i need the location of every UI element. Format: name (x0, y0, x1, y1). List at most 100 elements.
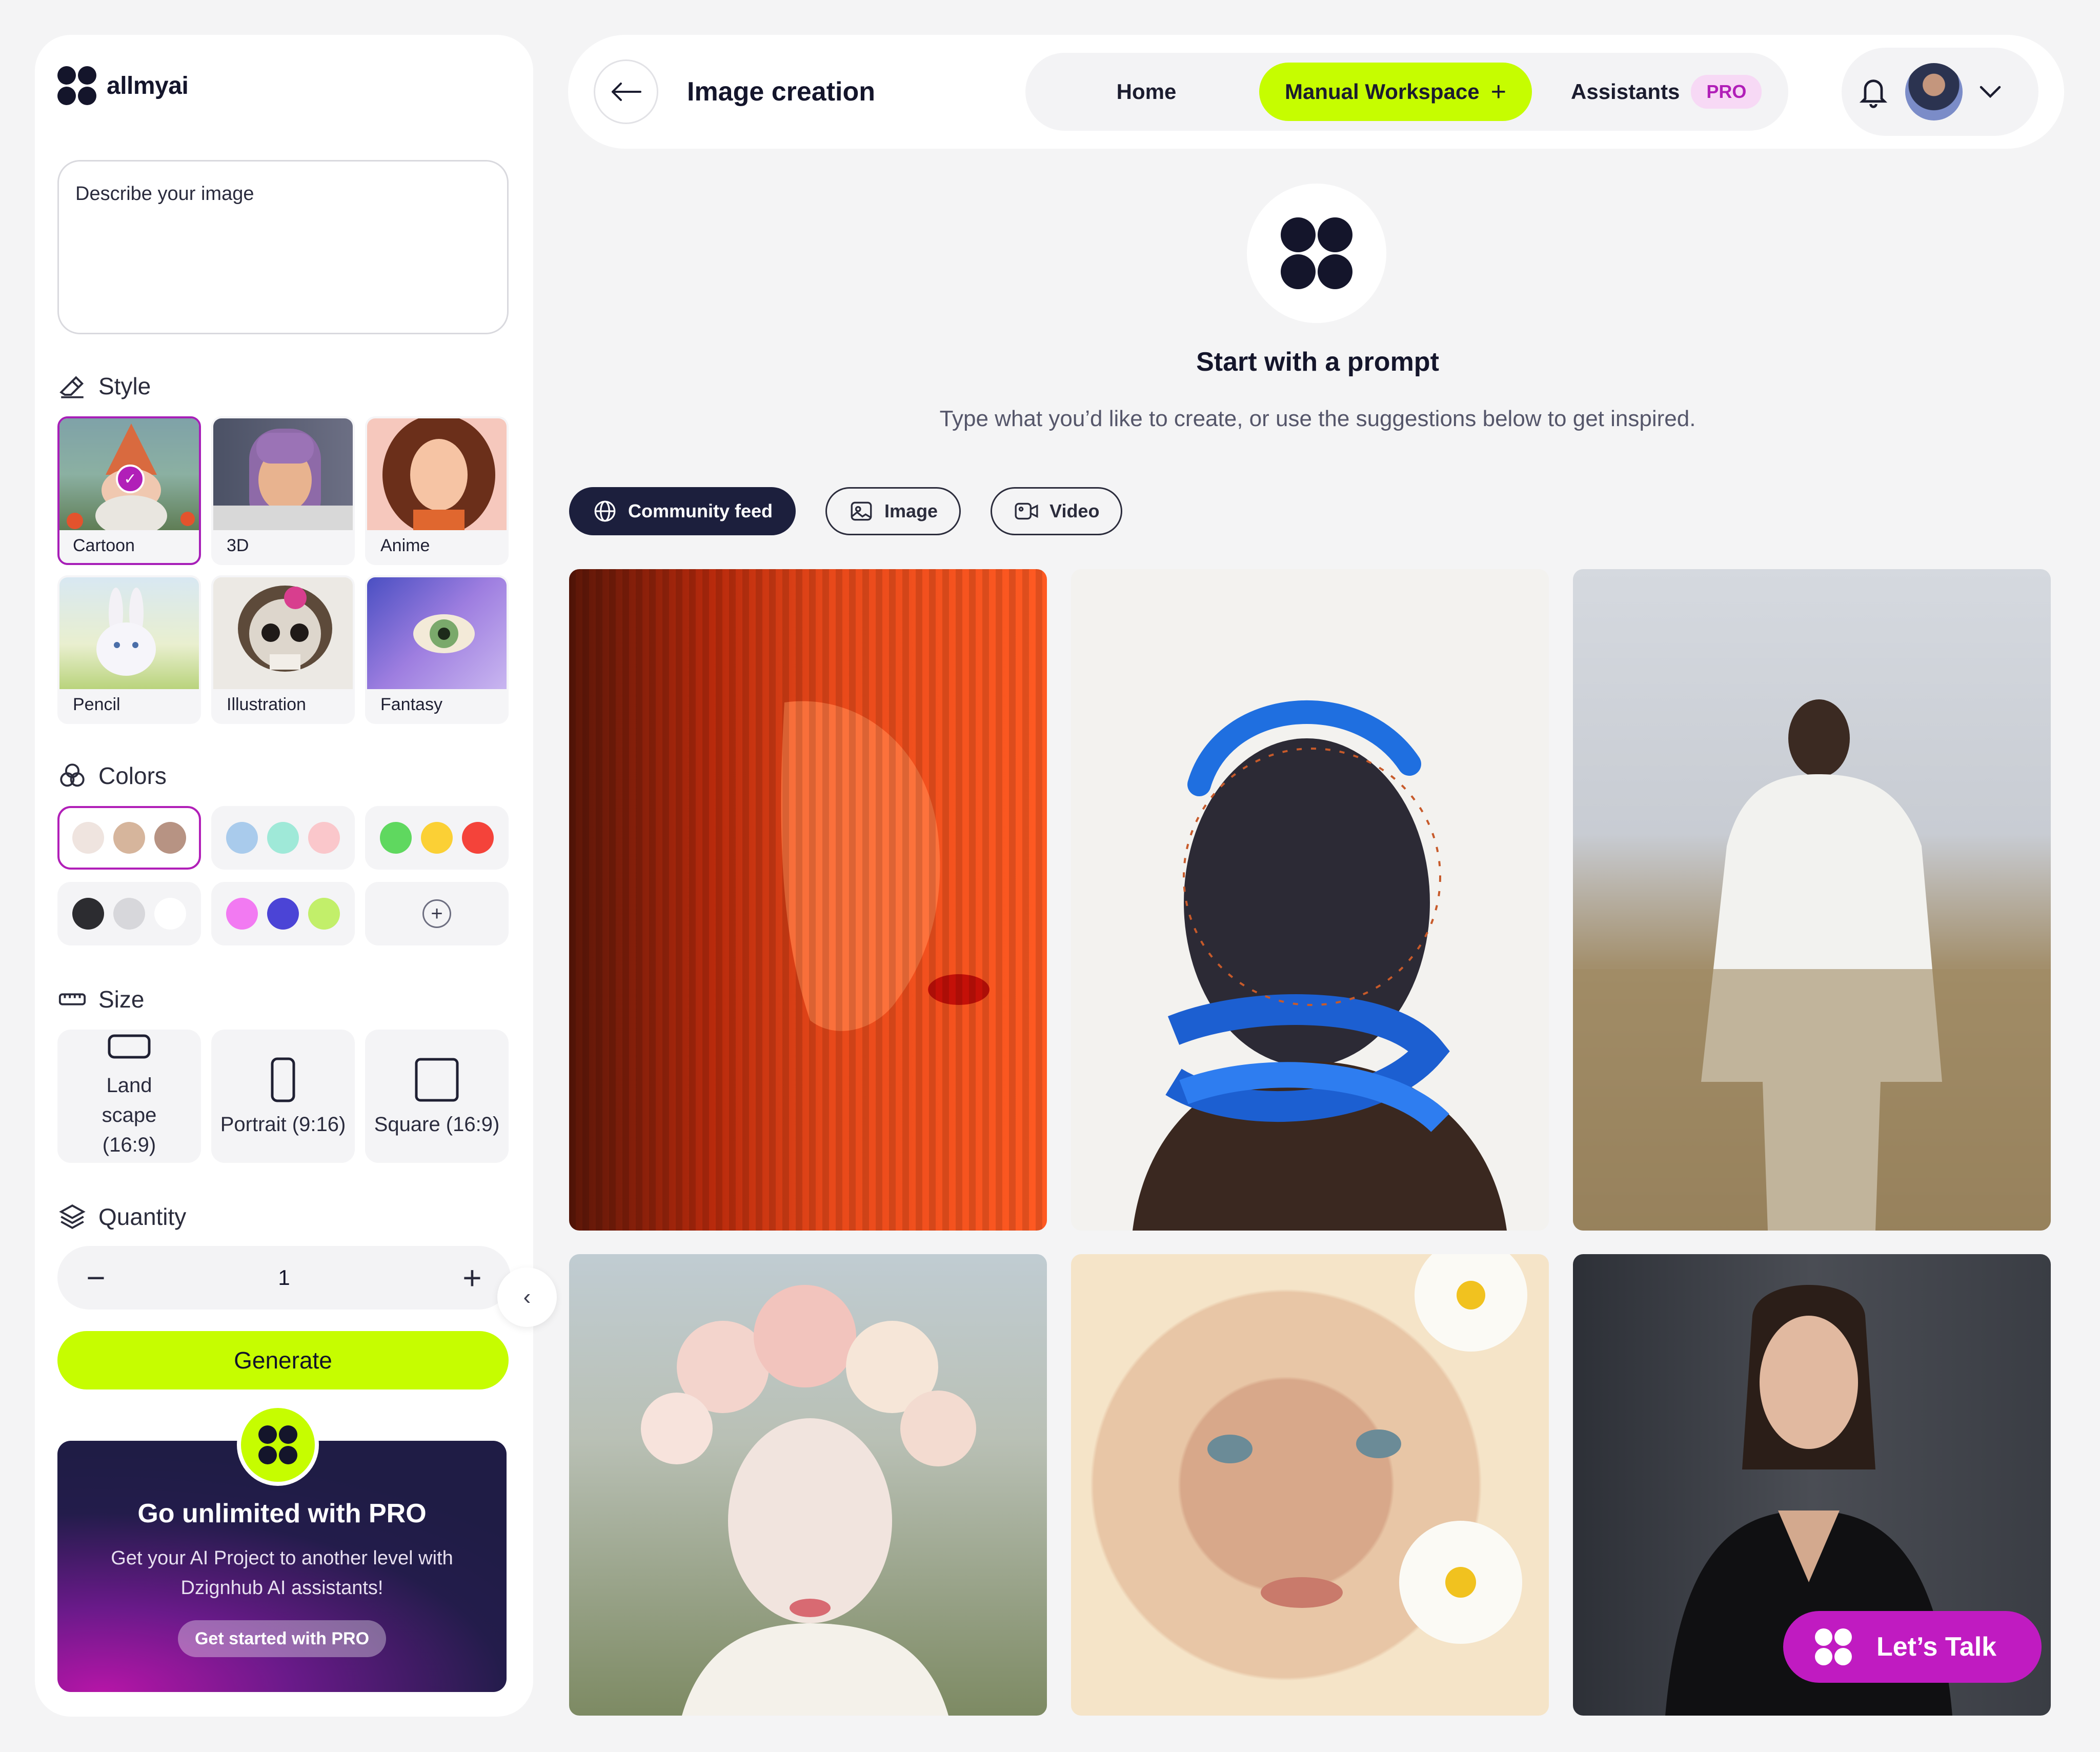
style-option-cartoon[interactable]: ✓ Cartoon (57, 416, 201, 565)
back-button[interactable] (594, 59, 658, 124)
pro-description: Get your AI Project to another level wit… (111, 1547, 453, 1599)
hero-title: Start with a prompt (1196, 347, 1439, 377)
color-option[interactable] (211, 882, 355, 945)
anime-thumbnail (367, 418, 507, 530)
video-icon (1015, 502, 1038, 520)
quantity-section-title: Quantity (57, 1202, 511, 1232)
gallery-image[interactable] (1071, 569, 1549, 1231)
plus-icon: + (1490, 77, 1507, 107)
ruler-icon (58, 993, 86, 1005)
color-swatch (113, 822, 145, 854)
feed-filters: Community feed Image Video (569, 487, 1123, 535)
lets-talk-button[interactable]: Let’s Talk (1783, 1611, 2042, 1683)
color-swatch (113, 898, 145, 930)
gallery-image[interactable] (1071, 1254, 1549, 1716)
gallery-image[interactable] (569, 569, 1047, 1231)
pro-upsell-card: Go unlimited with PRO Get your AI Projec… (57, 1404, 507, 1692)
increment-button[interactable]: + (454, 1259, 490, 1296)
pro-badge: PRO (1691, 75, 1762, 109)
layers-icon (59, 1204, 86, 1229)
color-swatch (462, 822, 494, 854)
size-option-portrait[interactable]: Portrait (9:16) (211, 1030, 355, 1163)
pro-title: Go unlimited with PRO (137, 1499, 427, 1528)
size-grid: Land scape (16:9) Portrait (9:16) Square… (57, 1030, 511, 1163)
get-started-pro-button[interactable]: Get started with PRO (178, 1620, 386, 1657)
color-option[interactable] (211, 806, 355, 870)
hero-subtitle: Type what you’d like to create, or use t… (939, 406, 1696, 431)
user-controls (1842, 48, 2038, 136)
eraser-icon (59, 376, 84, 398)
clover-logo-icon (1281, 217, 1352, 289)
cartoon-thumbnail: ✓ (59, 418, 199, 530)
left-panel: allmyai Describe your image Style ✓ Cart… (35, 35, 533, 1717)
gallery-image[interactable] (569, 1254, 1047, 1716)
size-option-landscape[interactable]: Land scape (16:9) (57, 1030, 201, 1163)
size-option-square[interactable]: Square (16:9) (365, 1030, 509, 1163)
pro-badge (237, 1404, 319, 1486)
style-option-anime[interactable]: Anime (365, 416, 509, 565)
color-option[interactable] (57, 806, 201, 870)
style-option-illustration[interactable]: Illustration (211, 575, 355, 724)
nav-assistants[interactable]: Assistants PRO (1571, 75, 1762, 109)
color-grid: + (57, 806, 511, 945)
style-option-pencil[interactable]: Pencil (57, 575, 201, 724)
landscape-icon (108, 1034, 151, 1059)
add-color-button[interactable]: + (365, 882, 509, 945)
top-bar: Image creation Home Manual Workspace + A… (568, 35, 2064, 149)
collapse-sidebar-button[interactable]: ‹ (497, 1267, 557, 1327)
arrow-left-icon (612, 83, 641, 101)
color-swatch (154, 898, 186, 930)
gallery-image[interactable] (1573, 569, 2051, 1231)
community-gallery (569, 569, 2051, 1718)
palette-icon (60, 763, 85, 787)
generate-button[interactable]: Generate (57, 1331, 509, 1389)
style-option-3d[interactable]: 3D (211, 416, 355, 565)
prompt-placeholder: Describe your image (75, 183, 254, 205)
square-icon (415, 1058, 459, 1101)
color-swatch (421, 822, 453, 854)
color-option[interactable] (365, 806, 509, 870)
nav-home[interactable]: Home (1034, 79, 1259, 104)
style-section-title: Style (57, 371, 511, 401)
brand-name: allmyai (107, 72, 189, 99)
page-title: Image creation (687, 77, 876, 107)
chevron-left-icon: ‹ (523, 1284, 531, 1310)
quantity-stepper: − 1 + (57, 1246, 511, 1310)
clover-logo-icon (57, 66, 96, 105)
image-icon (851, 501, 872, 521)
chevron-down-icon[interactable] (1978, 84, 2003, 99)
3d-thumbnail (213, 418, 353, 530)
colors-section-title: Colors (57, 761, 511, 791)
style-grid: ✓ Cartoon 3D Anime Pencil Illustration F… (57, 416, 509, 724)
color-swatch (267, 898, 299, 930)
color-swatch (308, 822, 340, 854)
color-swatch (154, 822, 186, 854)
color-swatch (226, 898, 258, 930)
filter-video[interactable]: Video (991, 487, 1123, 535)
color-swatch (267, 822, 299, 854)
size-section-title: Size (57, 984, 511, 1014)
portrait-icon (271, 1057, 295, 1102)
brand-logo[interactable]: allmyai (57, 57, 511, 114)
style-option-fantasy[interactable]: Fantasy (365, 575, 509, 724)
decrement-button[interactable]: − (78, 1259, 114, 1296)
color-swatch (72, 898, 104, 930)
quantity-value: 1 (278, 1265, 290, 1290)
nav-manual-workspace[interactable]: Manual Workspace + (1259, 63, 1532, 121)
filter-community-feed[interactable]: Community feed (569, 487, 796, 535)
color-option[interactable] (57, 882, 201, 945)
bell-icon[interactable] (1857, 74, 1890, 110)
clover-logo-icon (1815, 1628, 1852, 1665)
pencil-thumbnail (59, 577, 199, 689)
color-swatch (72, 822, 104, 854)
prompt-input[interactable]: Describe your image (57, 160, 509, 334)
color-swatch (308, 898, 340, 930)
hero-logo (1247, 184, 1386, 323)
illustration-thumbnail (213, 577, 353, 689)
clover-logo-icon (258, 1425, 297, 1464)
avatar[interactable] (1905, 63, 1963, 120)
main-nav: Home Manual Workspace + Assistants PRO (1025, 53, 1788, 131)
color-swatch (226, 822, 258, 854)
plus-icon: + (422, 899, 451, 928)
filter-image[interactable]: Image (825, 487, 961, 535)
